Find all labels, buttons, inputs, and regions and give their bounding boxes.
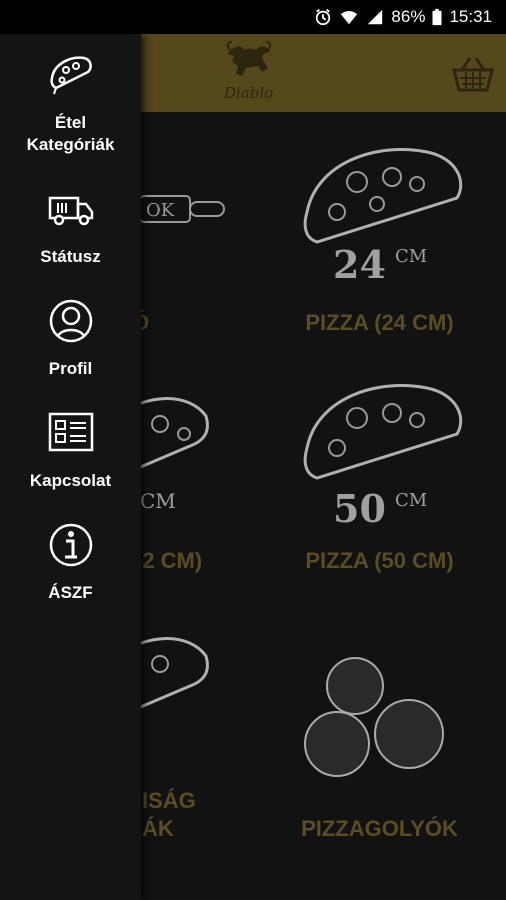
svg-text:CM: CM (395, 490, 427, 511)
drawer-item-label: Profil (48, 359, 93, 378)
drawer-item-profile[interactable]: Profil (0, 298, 141, 380)
drawer-item-label: ÁSZF (48, 583, 93, 602)
drawer-item-label: Kapcsolat (29, 471, 112, 490)
svg-text:CM: CM (395, 246, 427, 267)
info-icon (49, 523, 92, 567)
drawer-item-label: Státusz (40, 247, 101, 266)
drawer-item-terms[interactable]: ÁSZF (0, 522, 141, 604)
battery-percent: 86% (391, 7, 426, 26)
category-label: PIZZA (24 CM) (305, 310, 454, 335)
user-profile-icon (49, 299, 92, 343)
svg-text:OK: OK (146, 200, 175, 221)
pizza-slice-icon (49, 56, 92, 95)
category-label: ISÁG (142, 788, 196, 813)
logo-text: Diablo (224, 84, 274, 102)
drawer-item-label: Étel (54, 113, 87, 132)
pizza-slice-illustration: 50 CM (303, 384, 463, 528)
clock: 15:31 (449, 7, 492, 26)
category-tile-pizzagolyok[interactable]: PIZZAGOLYÓK (253, 592, 506, 852)
battery-icon (432, 8, 442, 26)
delivery-truck-icon (48, 196, 93, 226)
signal-icon (368, 9, 383, 25)
navigation-drawer: Étel Kategóriák Státusz Profil Kapcsolat (0, 34, 141, 900)
drawer-item-food-categories[interactable]: Étel Kategóriák (0, 54, 141, 156)
contact-card-icon (48, 412, 93, 452)
alarm-icon (316, 9, 331, 26)
category-tile-pizza-24[interactable]: 24 CM PIZZA (24 CM) (253, 112, 506, 352)
pizza-slice-illustration: 24 CM (303, 148, 463, 282)
shopping-basket-icon[interactable] (450, 54, 496, 94)
category-label: PIZZAGOLYÓK (301, 816, 458, 841)
status-bar: 86% 15:31 (0, 0, 506, 34)
pizza-balls-illustration (304, 657, 444, 777)
svg-text:24: 24 (333, 242, 386, 282)
drawer-item-status[interactable]: Státusz (0, 194, 141, 268)
category-label: PIZZA (50 CM) (305, 548, 454, 573)
bull-icon (226, 41, 272, 76)
drawer-item-label-line2: Kategóriák (26, 135, 115, 154)
wifi-icon (341, 11, 358, 25)
category-label-line2: ÁK (142, 816, 174, 841)
diablo-logo[interactable]: Diablo (216, 40, 284, 106)
drawer-item-contact[interactable]: Kapcsolat (0, 412, 141, 492)
svg-text:50: 50 (333, 486, 386, 528)
svg-text:CM: CM (140, 489, 176, 513)
category-tile-pizza-50[interactable]: 50 CM PIZZA (50 CM) (253, 352, 506, 592)
